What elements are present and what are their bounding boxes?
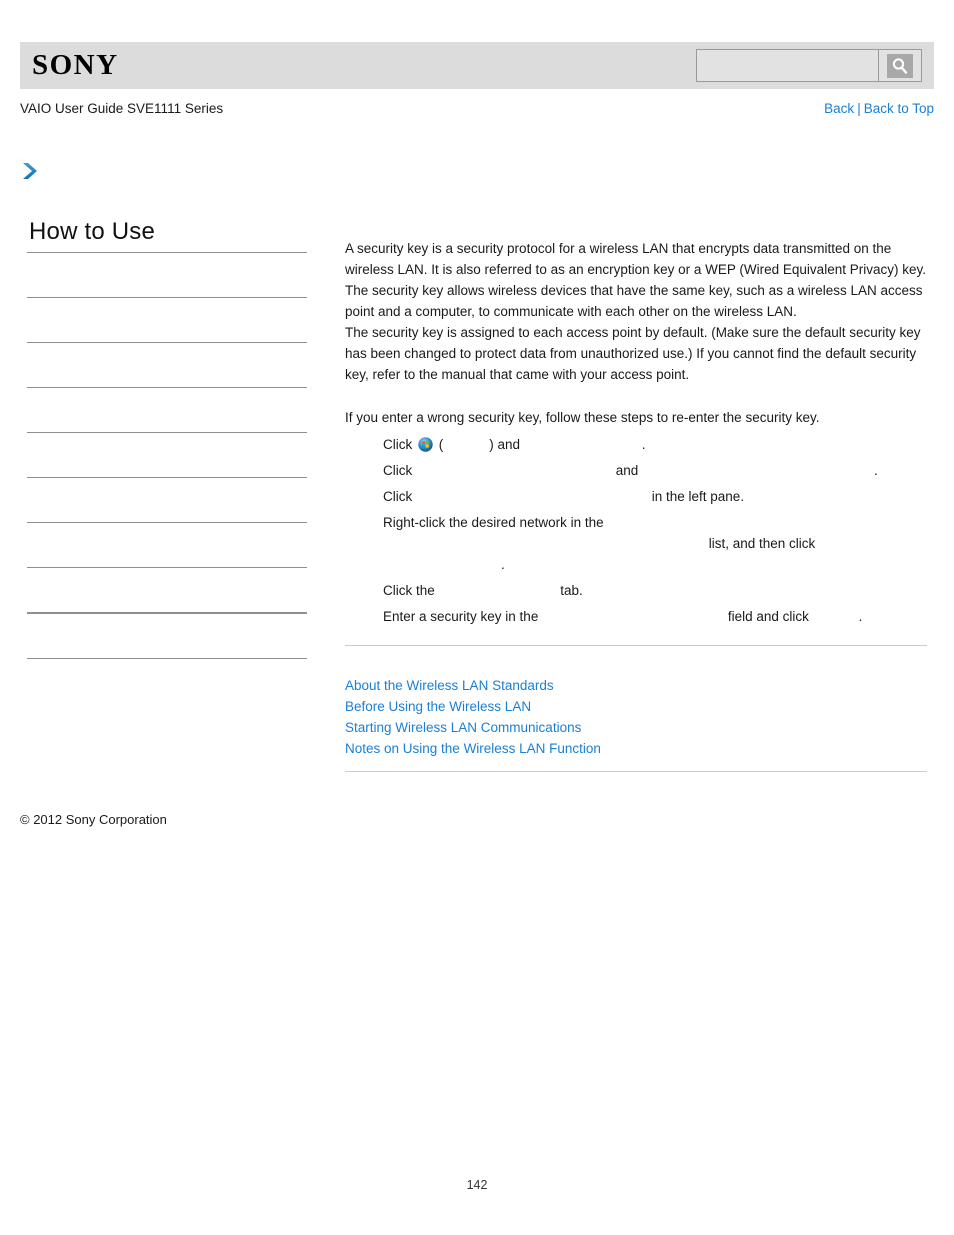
step-text: . xyxy=(858,609,863,624)
step-text: ( xyxy=(435,437,444,452)
step-text: Enter a security key in the xyxy=(383,609,543,624)
step-item-5: Enter a security key in the field and cl… xyxy=(383,606,927,627)
step-item-3: Right-click the desired network in the l… xyxy=(383,512,927,575)
search-button[interactable] xyxy=(878,49,922,82)
windows-start-orb-icon[interactable] xyxy=(418,437,433,452)
step-text: . xyxy=(641,437,646,452)
step-text: and xyxy=(612,463,643,478)
site-header: SONY xyxy=(20,42,934,89)
step-text: Click xyxy=(383,463,416,478)
step-text: . xyxy=(874,463,878,478)
back-to-top-link[interactable]: Back to Top xyxy=(864,101,934,116)
page-number: 142 xyxy=(466,1178,488,1192)
search-area xyxy=(696,49,922,82)
sidebar-item-4[interactable] xyxy=(27,433,307,477)
chevron-right-icon[interactable] xyxy=(20,160,320,182)
steps-list: Click ( ) and . Click and . Click in the … xyxy=(345,434,927,627)
content-paragraph-2: The security key is assigned to each acc… xyxy=(345,325,921,382)
related-link-3[interactable]: Notes on Using the Wireless LAN Function xyxy=(345,738,927,759)
header-nav-links: Back | Back to Top xyxy=(824,101,934,116)
sidebar-item-7[interactable] xyxy=(27,568,307,612)
sidebar-item-2[interactable] xyxy=(27,343,307,387)
step-item-0: Click ( ) and . xyxy=(383,434,927,455)
search-icon xyxy=(887,53,913,78)
step-text: Right-click the desired network in the xyxy=(383,515,604,530)
step-text: tab. xyxy=(556,583,583,598)
sidebar-divider-8 xyxy=(27,658,307,659)
sidebar-item-0[interactable] xyxy=(27,253,307,297)
step-text: list, and then click xyxy=(705,536,816,551)
step-text: Click the xyxy=(383,583,439,598)
link-separator: | xyxy=(857,101,861,116)
step-text: ) and xyxy=(489,437,524,452)
step-text: in the left pane. xyxy=(648,489,745,504)
steps-lead-text: If you enter a wrong security key, follo… xyxy=(345,410,820,425)
related-links-list: About the Wireless LAN Standards Before … xyxy=(345,675,927,759)
page-title: VAIO User Guide SVE1111 Series xyxy=(20,101,224,116)
step-item-4: Click the tab. xyxy=(383,580,927,601)
content-divider-bottom xyxy=(345,771,927,772)
step-item-2: Click in the left pane. xyxy=(383,486,927,507)
search-input[interactable] xyxy=(696,49,878,82)
sidebar-item-3[interactable] xyxy=(27,388,307,432)
step-text: Click xyxy=(383,489,416,504)
back-link[interactable]: Back xyxy=(824,101,854,116)
sidebar-item-6[interactable] xyxy=(27,523,307,567)
related-link-0[interactable]: About the Wireless LAN Standards xyxy=(345,675,927,696)
subheader: VAIO User Guide SVE1111 Series Back | Back… xyxy=(20,101,934,121)
content-paragraph-1: The security key allows wireless devices… xyxy=(345,283,923,319)
sidebar-item-5[interactable] xyxy=(27,478,307,522)
related-link-1[interactable]: Before Using the Wireless LAN xyxy=(345,696,927,717)
related-link-2[interactable]: Starting Wireless LAN Communications xyxy=(345,717,927,738)
sidebar-item-1[interactable] xyxy=(27,298,307,342)
copyright-notice: © 2012 Sony Corporation xyxy=(20,812,167,827)
content-divider-top xyxy=(345,645,927,646)
step-text: . xyxy=(501,557,505,572)
sidebar-item-8[interactable] xyxy=(27,614,307,658)
breadcrumb xyxy=(20,160,320,186)
step-text: field and click xyxy=(724,609,813,624)
content-paragraph-0: A security key is a security protocol fo… xyxy=(345,241,926,277)
main-content: A security key is a security protocol fo… xyxy=(345,238,927,632)
sidebar: How to Use xyxy=(27,218,307,659)
step-text: Click xyxy=(383,437,416,452)
sony-logo: SONY xyxy=(32,49,119,81)
sidebar-title: How to Use xyxy=(29,218,156,245)
step-item-1: Click and . xyxy=(383,460,927,481)
